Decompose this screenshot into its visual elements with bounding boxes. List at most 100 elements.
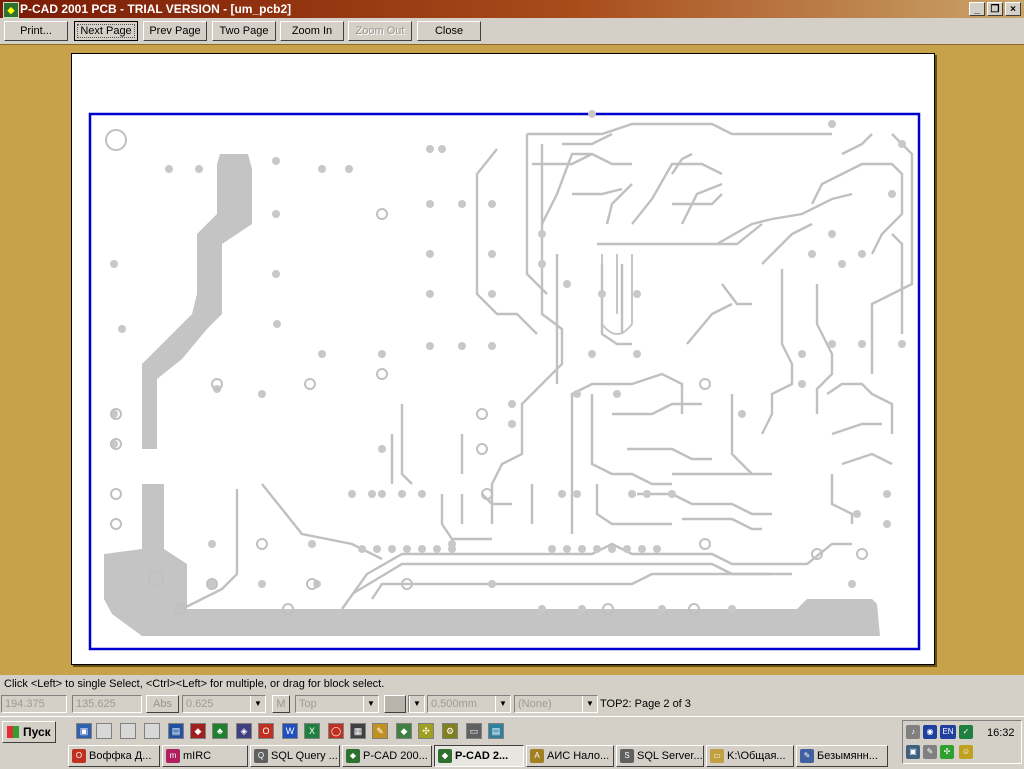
zoom-out-button[interactable]: Zoom Out xyxy=(348,21,412,41)
drive-icon[interactable] xyxy=(96,723,112,739)
task-button[interactable]: O Воффка Д... xyxy=(68,745,160,767)
excel-icon[interactable]: X xyxy=(304,723,320,739)
folder-icon: ▭ xyxy=(710,749,724,763)
start-button[interactable]: Пуск xyxy=(2,721,56,743)
task-button[interactable]: A АИС Нало... xyxy=(526,745,614,767)
via xyxy=(573,490,581,498)
trace xyxy=(686,302,733,345)
network-icon[interactable]: ◉ xyxy=(923,725,937,739)
volume-icon[interactable]: ♪ xyxy=(906,725,920,739)
drive-icon[interactable] xyxy=(144,723,160,739)
chevron-down-icon[interactable]: ▼ xyxy=(409,696,424,712)
trace xyxy=(631,162,723,225)
preview-toolbar: Print... Next Page Prev Page Two Page Zo… xyxy=(0,18,1024,44)
via xyxy=(598,290,606,298)
app-icon[interactable]: ⚙ xyxy=(442,723,458,739)
via xyxy=(208,580,216,588)
via xyxy=(273,320,281,328)
chevron-down-icon[interactable]: ▼ xyxy=(582,696,597,712)
drive-icon[interactable] xyxy=(120,723,136,739)
opera-icon[interactable]: O xyxy=(258,723,274,739)
pcad-icon[interactable]: ◆ xyxy=(396,723,412,739)
pad-ring xyxy=(476,443,488,455)
app-icon[interactable]: ♣ xyxy=(212,723,228,739)
app-icon[interactable]: ◆ xyxy=(190,723,206,739)
zoom-in-button[interactable]: Zoom In xyxy=(280,21,344,41)
antivirus-icon[interactable]: ✓ xyxy=(959,725,973,739)
close-window-button[interactable]: × xyxy=(1005,2,1021,16)
print-button[interactable]: Print... xyxy=(4,21,68,41)
pcad-app-icon[interactable]: ◆ xyxy=(3,2,19,18)
task-button-active[interactable]: ◆ P-CAD 2... xyxy=(434,745,524,767)
tray-app-icon[interactable]: ☺ xyxy=(959,745,973,759)
via xyxy=(488,290,496,298)
via xyxy=(828,230,836,238)
abs-button[interactable]: Abs xyxy=(146,695,179,713)
via xyxy=(593,545,601,553)
via xyxy=(258,580,266,588)
chevron-down-icon[interactable]: ▼ xyxy=(250,696,265,712)
via xyxy=(883,490,891,498)
page-preview[interactable] xyxy=(71,53,935,665)
line-width-select[interactable]: 0.500mm ▼ xyxy=(427,695,511,713)
via xyxy=(578,545,586,553)
line-width-value: 0.500mm xyxy=(431,698,477,710)
chevron-down-icon[interactable]: ▼ xyxy=(495,696,510,712)
mounting-hole xyxy=(105,129,127,151)
via xyxy=(538,230,546,238)
task-button[interactable]: S SQL Server... xyxy=(616,745,704,767)
close-preview-button[interactable]: Close xyxy=(417,21,481,41)
pad-ring xyxy=(699,378,711,390)
status-bar: Click <Left> to single Select, <Ctrl><Le… xyxy=(0,675,1024,694)
preview-canvas[interactable] xyxy=(0,44,1024,675)
swatch-dropdown[interactable]: ▼ xyxy=(408,695,425,713)
via xyxy=(898,140,906,148)
minimize-button[interactable]: _ xyxy=(969,2,985,16)
via xyxy=(633,290,641,298)
restore-button[interactable]: ❐ xyxy=(987,2,1003,16)
task-button[interactable]: ◆ P-CAD 200... xyxy=(342,745,432,767)
pencil-icon[interactable]: ✎ xyxy=(372,723,388,739)
y-coordinate-field[interactable]: 135.625 xyxy=(72,695,142,713)
trace xyxy=(341,542,852,610)
via xyxy=(848,580,856,588)
x-coordinate-field[interactable]: 194.375 xyxy=(1,695,67,713)
layer-select[interactable]: Top ▼ xyxy=(295,695,379,713)
app-icon[interactable]: ▤ xyxy=(168,723,184,739)
via xyxy=(888,190,896,198)
tray-app-icon[interactable]: ✣ xyxy=(940,745,954,759)
via xyxy=(638,545,646,553)
language-indicator[interactable]: EN xyxy=(940,725,956,739)
word-icon[interactable]: W xyxy=(282,723,298,739)
prev-page-button[interactable]: Prev Page xyxy=(143,21,207,41)
net-select[interactable]: (None) ▼ xyxy=(514,695,598,713)
trace xyxy=(815,284,834,414)
app-icon[interactable]: ▭ xyxy=(466,723,482,739)
clock: 16:32 xyxy=(987,727,1015,739)
task-button[interactable]: ▭ K:\Общая... xyxy=(706,745,794,767)
layer-color-swatch[interactable] xyxy=(384,695,406,713)
app-icon[interactable]: ▦ xyxy=(350,723,366,739)
app-icon[interactable]: ✣ xyxy=(418,723,434,739)
via xyxy=(643,490,651,498)
via xyxy=(488,342,496,350)
task-button[interactable]: m mIRC xyxy=(162,745,248,767)
windows-taskbar: Пуск ▣ ▤ ◆ ♣ ◈ O W X ◯ ▦ ✎ ◆ ✣ ⚙ ▭ ▤ O Во… xyxy=(0,716,1024,769)
tray-app-icon[interactable]: ✎ xyxy=(923,745,937,759)
via xyxy=(258,390,266,398)
task-label: Воффка Д... xyxy=(89,750,152,762)
app-icon[interactable]: ▤ xyxy=(488,723,504,739)
m-button[interactable]: M xyxy=(272,695,290,713)
two-page-button[interactable]: Two Page xyxy=(212,21,276,41)
app-icon[interactable]: ◯ xyxy=(328,723,344,739)
task-button[interactable]: Q SQL Query ... xyxy=(250,745,340,767)
chevron-down-icon[interactable]: ▼ xyxy=(363,696,378,712)
app-icon[interactable]: ◈ xyxy=(236,723,252,739)
tray-app-icon[interactable]: ▣ xyxy=(906,745,920,759)
desktop-icon[interactable]: ▣ xyxy=(76,723,92,739)
task-button[interactable]: ✎ Безымянн... xyxy=(796,745,888,767)
via xyxy=(378,350,386,358)
via xyxy=(165,165,173,173)
grid-select[interactable]: 0.625 ▼ xyxy=(182,695,266,713)
next-page-button[interactable]: Next Page xyxy=(74,21,138,41)
